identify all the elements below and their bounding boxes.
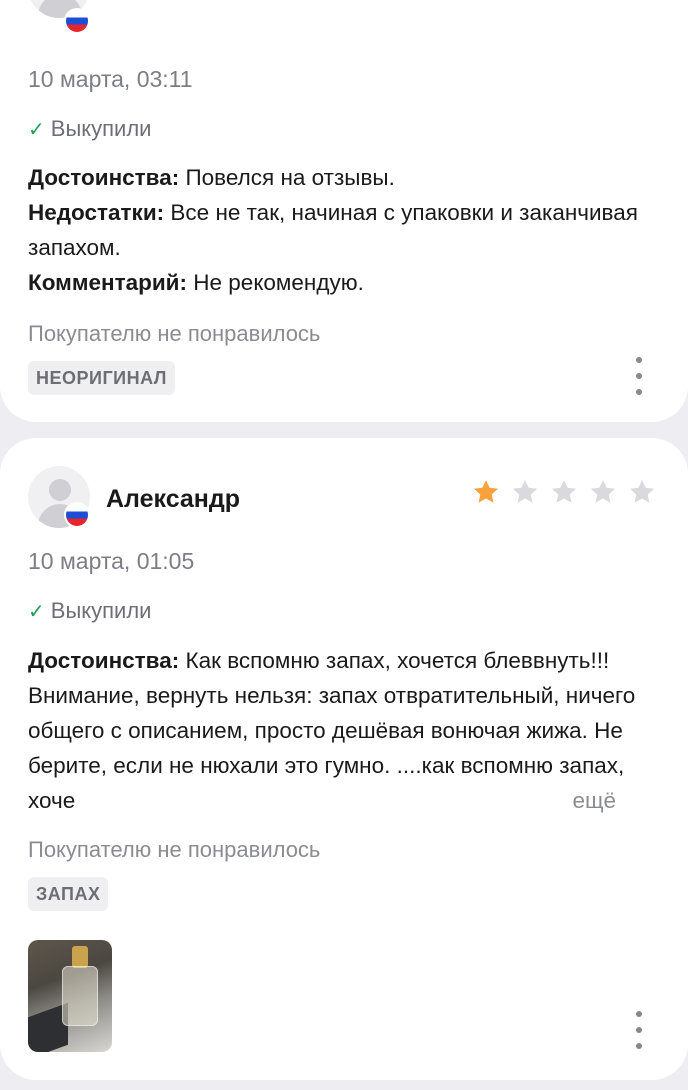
review-tag[interactable]: ЗАПАХ	[28, 877, 109, 911]
rating-stars	[472, 478, 656, 506]
check-icon: ✓	[28, 600, 45, 623]
author-name[interactable]: Александр	[106, 485, 240, 514]
star-filled-icon	[473, 480, 499, 503]
star-empty-icon	[590, 480, 616, 503]
review-card: Александр 10 марта, 01:05 ✓ Выкупили Дос…	[0, 438, 688, 1080]
review-date: 10 марта, 01:05	[28, 548, 195, 574]
pros-label: Достоинства:	[28, 648, 180, 673]
read-more-link[interactable]: ещё	[572, 783, 616, 818]
pros-text: Повелся на отзывы.	[185, 165, 395, 190]
kebab-menu-icon[interactable]	[629, 1011, 649, 1049]
star-empty-icon	[551, 480, 577, 503]
comment-label: Комментарий:	[28, 270, 188, 295]
purchase-status-label: Выкупили	[50, 598, 152, 623]
purchase-status: ✓ Выкупили	[28, 116, 151, 142]
russia-flag-icon	[64, 502, 90, 528]
purchase-status-label: Выкупили	[50, 116, 152, 141]
purchase-status: ✓ Выкупили	[28, 598, 151, 624]
comment-text: Не рекомендую.	[193, 270, 364, 295]
pros-label: Достоинства:	[28, 165, 180, 190]
check-icon: ✓	[28, 118, 45, 141]
review-text: Достоинства: Как вспомню запах, хочется …	[28, 643, 638, 818]
review-tag[interactable]: НЕОРИГИНАЛ	[28, 361, 175, 395]
russia-flag-icon	[64, 8, 90, 34]
star-empty-icon	[512, 480, 538, 503]
review-date: 10 марта, 03:11	[28, 66, 193, 92]
verdict-text: Покупателю не понравилось	[28, 837, 321, 862]
review-text: Достоинства: Повелся на отзывы. Недостат…	[28, 160, 638, 300]
star-empty-icon	[629, 480, 655, 503]
review-photo[interactable]	[28, 940, 112, 1052]
cons-label: Недостатки:	[28, 200, 165, 225]
review-card: 10 марта, 03:11 ✓ Выкупили Достоинства: …	[0, 0, 688, 422]
kebab-menu-icon[interactable]	[629, 357, 649, 395]
verdict-text: Покупателю не понравилось	[28, 321, 321, 346]
